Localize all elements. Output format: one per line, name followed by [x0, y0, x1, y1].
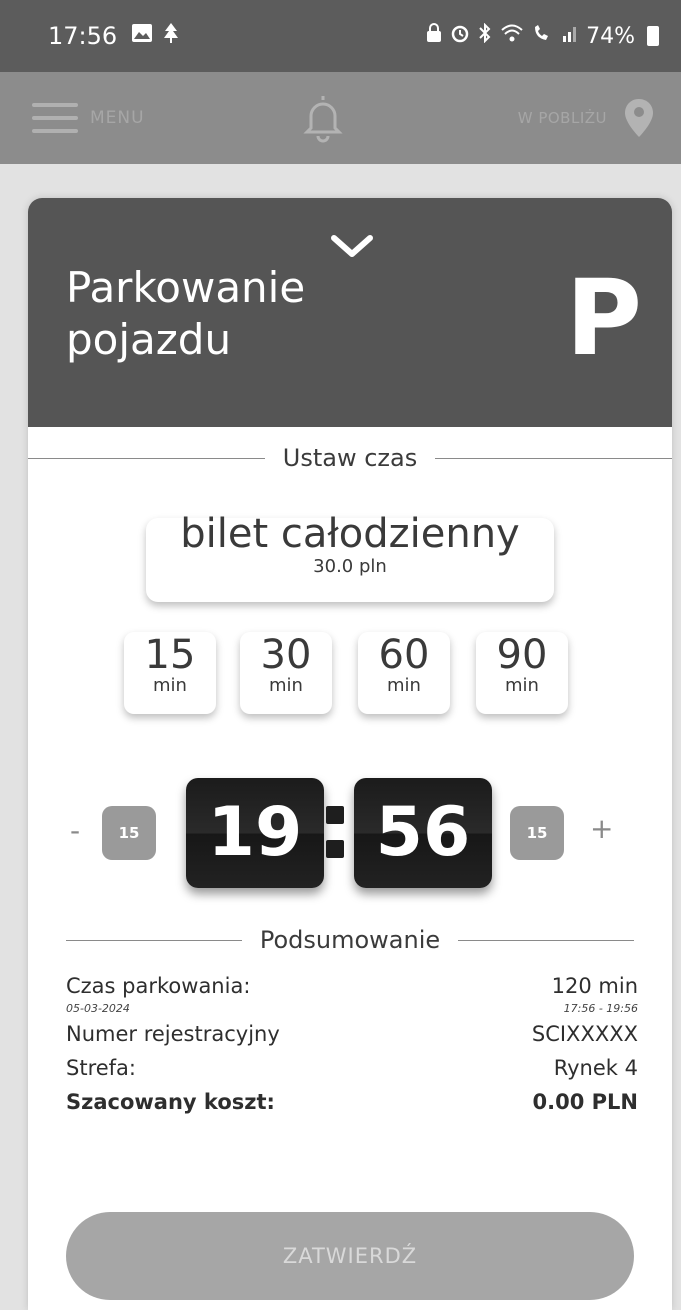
zone-value: Rynek 4 — [553, 1056, 638, 1080]
bell-icon[interactable] — [303, 92, 343, 144]
volte-icon — [532, 23, 554, 49]
summary-row-zone: Strefa: Rynek 4 — [66, 1056, 638, 1090]
status-time: 17:56 — [48, 22, 118, 50]
preset-unit: min — [387, 675, 421, 696]
gallery-icon — [131, 23, 153, 49]
bluetooth-icon — [478, 22, 492, 49]
preset-value: 15 — [144, 632, 196, 678]
preset-value: 90 — [496, 632, 548, 678]
wifi-icon — [500, 23, 524, 49]
end-time-hours: 19 — [186, 778, 324, 888]
preset-value: 30 — [260, 632, 312, 678]
parking-symbol: P — [565, 257, 642, 379]
card-header: Parkowanie pojazdu P — [28, 198, 672, 427]
nearby-label: W POBLIŻU — [517, 109, 607, 127]
preset-30-button[interactable]: 30 min — [240, 632, 332, 714]
status-bar: 17:56 74% — [0, 0, 681, 72]
preset-unit: min — [153, 675, 187, 696]
decrease-sign[interactable]: - — [70, 814, 80, 847]
divider-line — [435, 457, 672, 459]
preset-60-button[interactable]: 60 min — [358, 632, 450, 714]
set-time-heading: Ustaw czas — [282, 444, 418, 472]
day-ticket-button[interactable]: bilet całodzienny 30.0 pln — [146, 511, 554, 602]
status-icons: 74% — [426, 22, 659, 49]
lock-icon — [426, 23, 442, 49]
increase-sign[interactable]: + — [590, 812, 613, 845]
end-time-minutes: 56 — [354, 778, 492, 888]
summary-row-cost: Szacowany koszt: 0.00 PLN — [66, 1090, 638, 1124]
plate-label: Numer rejestracyjny — [66, 1022, 280, 1046]
preset-unit: min — [269, 675, 303, 696]
decrease-15-button[interactable]: 15 — [102, 806, 156, 860]
preset-unit: min — [505, 675, 539, 696]
page-title: Parkowanie pojazdu — [66, 262, 366, 366]
menu-label[interactable]: MENU — [90, 108, 145, 128]
top-nav-bar: MENU W POBLIŻU — [0, 72, 681, 164]
duration-label: Czas parkowania: — [66, 974, 251, 998]
summary-list: Czas parkowania: 120 min 05-03-2024 17:5… — [66, 974, 638, 1124]
location-pin-icon — [625, 99, 653, 137]
menu-icon[interactable] — [32, 103, 78, 133]
tree-icon — [161, 22, 181, 50]
cost-label: Szacowany koszt: — [66, 1090, 275, 1114]
set-time-divider: Ustaw czas — [28, 444, 672, 472]
divider-line — [28, 457, 265, 459]
duration-value: 120 min — [551, 974, 638, 998]
battery-percent: 74% — [586, 23, 635, 49]
increase-15-button[interactable]: 15 — [510, 806, 564, 860]
divider-line — [458, 939, 635, 941]
divider-line — [66, 939, 242, 941]
title-line-2: pojazdu — [66, 315, 232, 364]
summary-divider: Podsumowanie — [66, 926, 635, 954]
preset-90-button[interactable]: 90 min — [476, 632, 568, 714]
alarm-icon — [450, 23, 470, 49]
parking-date: 05-03-2024 — [66, 1002, 130, 1015]
duration-presets: 15 min 30 min 60 min 90 min — [124, 632, 576, 714]
summary-row-plate: Numer rejestracyjny SCIXXXXX — [66, 1022, 638, 1056]
parking-card: Parkowanie pojazdu P Ustaw czas bilet ca… — [28, 198, 672, 1310]
title-line-1: Parkowanie — [66, 263, 306, 312]
cost-value: 0.00 PLN — [532, 1090, 638, 1114]
ticket-name: bilet całodzienny — [180, 511, 520, 557]
parking-time-range: 17:56 - 19:56 — [563, 1002, 638, 1015]
summary-heading: Podsumowanie — [259, 926, 441, 954]
signal-icon — [562, 23, 578, 49]
nearby-button[interactable]: W POBLIŻU — [518, 97, 655, 139]
confirm-button[interactable]: ZATWIERDŹ — [66, 1212, 634, 1300]
battery-icon — [647, 26, 659, 46]
preset-value: 60 — [378, 632, 430, 678]
zone-label: Strefa: — [66, 1056, 136, 1080]
plate-value: SCIXXXXX — [531, 1022, 638, 1046]
chevron-down-icon[interactable] — [330, 234, 374, 260]
preset-15-button[interactable]: 15 min — [124, 632, 216, 714]
ticket-price: 30.0 pln — [313, 556, 387, 577]
clock-colon — [326, 802, 344, 862]
summary-row-date: 05-03-2024 17:56 - 19:56 — [66, 1002, 638, 1022]
